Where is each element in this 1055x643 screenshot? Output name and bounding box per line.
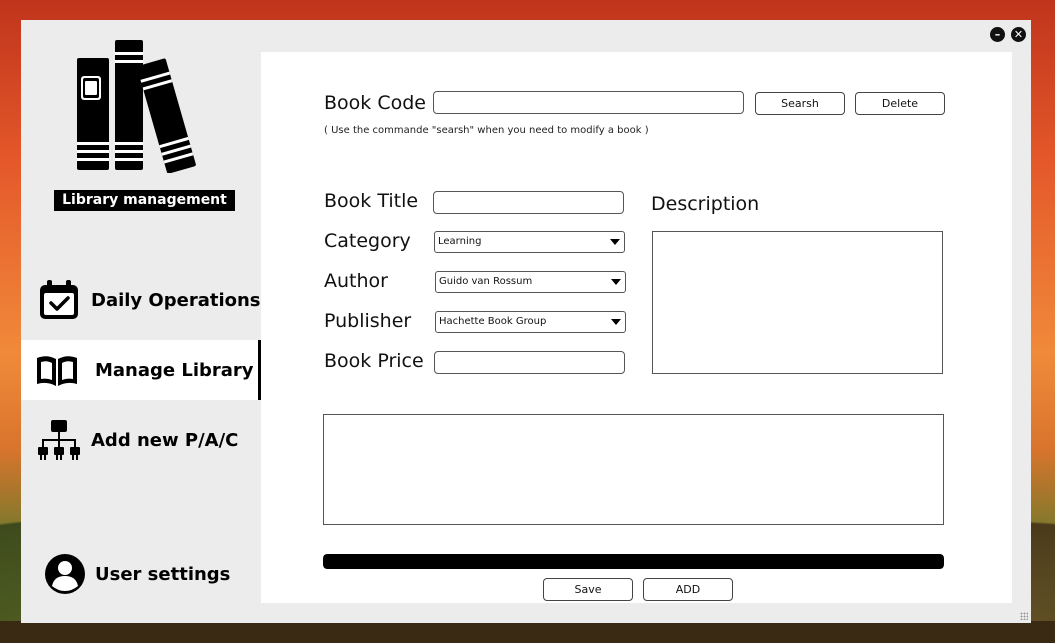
progress-bar	[323, 554, 944, 569]
sidebar-item-daily-operations[interactable]: Daily Operations	[21, 270, 261, 330]
chevron-down-icon	[610, 239, 620, 245]
book-price-label: Book Price	[324, 350, 424, 372]
delete-button[interactable]: Delete	[855, 92, 945, 115]
description-label: Description	[651, 193, 760, 215]
calendar-check-icon	[37, 278, 81, 322]
background-ground	[0, 621, 1055, 643]
sidebar-item-label: Manage Library	[95, 359, 254, 381]
description-textarea[interactable]	[652, 231, 943, 374]
add-button[interactable]: ADD	[643, 578, 733, 601]
sidebar-item-label: User settings	[95, 563, 231, 585]
category-value: Learning	[438, 236, 482, 247]
resize-grip-icon[interactable]	[1020, 612, 1028, 620]
chevron-down-icon	[611, 279, 621, 285]
manage-library-panel: Book Code Searsh Delete ( Use the comman…	[261, 52, 1012, 603]
books-icon	[72, 38, 212, 174]
book-code-label: Book Code	[324, 92, 426, 114]
sidebar-item-label: Daily Operations	[91, 289, 261, 311]
sidebar-item-label: Add new P/A/C	[91, 429, 239, 451]
notes-textarea[interactable]	[323, 414, 944, 525]
category-select[interactable]: Learning	[434, 231, 625, 253]
book-price-input[interactable]	[434, 351, 625, 374]
search-hint: ( Use the commande "searsh" when you nee…	[324, 125, 649, 136]
chevron-down-icon	[611, 319, 621, 325]
book-title-label: Book Title	[324, 190, 419, 212]
sitemap-icon	[37, 418, 81, 462]
publisher-label: Publisher	[324, 310, 412, 332]
search-button[interactable]: Searsh	[755, 92, 845, 115]
close-icon[interactable]: ✕	[1011, 27, 1026, 42]
book-title-input[interactable]	[433, 191, 624, 214]
author-value: Guido van Rossum	[439, 276, 533, 287]
book-code-input[interactable]	[433, 91, 744, 114]
sidebar-item-manage-library[interactable]: Manage Library	[21, 340, 261, 400]
sidebar-item-add-new[interactable]: Add new P/A/C	[21, 410, 261, 470]
progress-fill	[323, 554, 944, 569]
app-window: – ✕ Library management Daily Operations …	[21, 20, 1031, 623]
open-book-icon	[35, 348, 79, 392]
minimize-icon[interactable]: –	[990, 27, 1005, 42]
author-select[interactable]: Guido van Rossum	[435, 271, 626, 293]
app-title: Library management	[54, 190, 235, 211]
publisher-value: Hachette Book Group	[439, 316, 547, 327]
user-circle-icon	[43, 552, 87, 596]
sidebar-item-user-settings[interactable]: User settings	[21, 544, 261, 604]
category-label: Category	[324, 230, 411, 252]
publisher-select[interactable]: Hachette Book Group	[435, 311, 626, 333]
save-button[interactable]: Save	[543, 578, 633, 601]
author-label: Author	[324, 270, 388, 292]
